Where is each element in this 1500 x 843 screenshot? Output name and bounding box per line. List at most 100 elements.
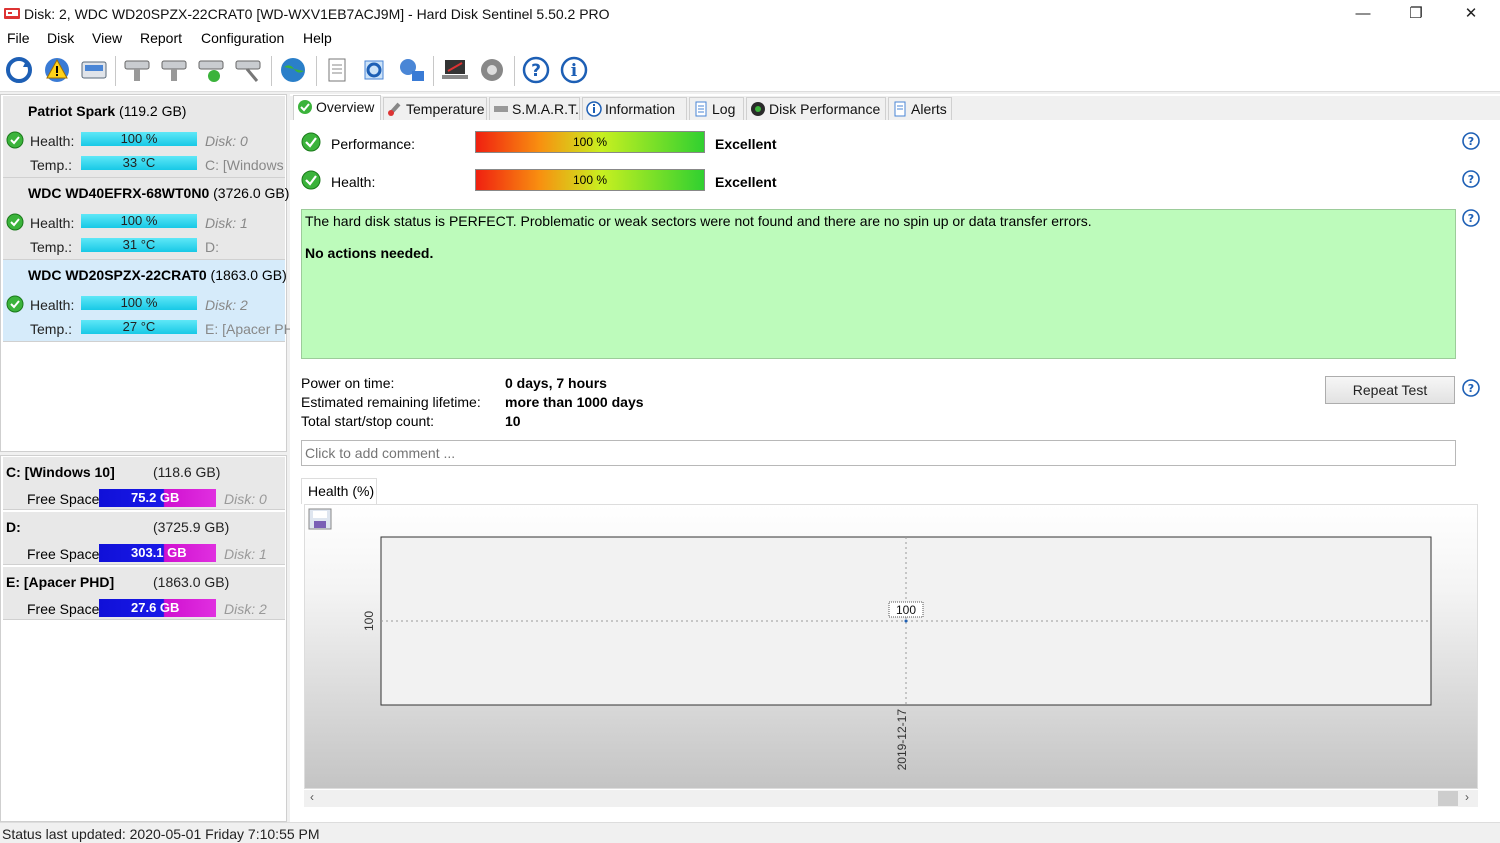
disk-name: WDC WD40EFRX-68WT0N0 (3726.0 GB) [28, 185, 290, 201]
report-icon[interactable] [322, 55, 352, 85]
tab-alerts[interactable]: Alerts [888, 97, 952, 120]
start-stop-label: Total start/stop count: [301, 413, 435, 429]
power-on-label: Power on time: [301, 375, 395, 391]
temp-bar: 33 °C [81, 156, 197, 170]
disk-test-icon[interactable] [122, 55, 152, 85]
menu-help[interactable]: Help [303, 30, 332, 46]
scroll-thumb[interactable] [1438, 791, 1458, 806]
temp-bar: 27 °C [81, 320, 197, 334]
ok-check-icon [6, 131, 24, 149]
ok-check-icon [6, 213, 24, 231]
menu-configuration[interactable]: Configuration [201, 30, 284, 46]
health-rating: Excellent [715, 174, 777, 190]
scroll-left-icon[interactable]: ‹ [310, 790, 314, 804]
temp-label: Temp.: [30, 157, 73, 173]
help-icon[interactable]: ? [1462, 209, 1480, 227]
settings-icon[interactable] [477, 55, 507, 85]
ok-check-icon [6, 295, 24, 313]
tab-disk-performance[interactable]: Disk Performance [746, 97, 886, 120]
title-bar: Disk: 2, WDC WD20SPZX-22CRAT0 [WD-WXV1EB… [0, 0, 1500, 28]
globe-icon[interactable] [278, 55, 308, 85]
app-icon [4, 8, 20, 19]
horizontal-scrollbar[interactable]: ‹ › [304, 790, 1478, 807]
warning-icon[interactable] [42, 55, 72, 85]
tab-log[interactable]: Log [689, 97, 744, 120]
toolbar: ? i [0, 50, 1500, 92]
tab-overview[interactable]: Overview [293, 95, 381, 120]
repeat-test-button[interactable]: Repeat Test [1325, 376, 1455, 404]
x-tick-label: 2019-12-17 [895, 709, 909, 771]
health-chart: 100 2019-12-17 100 [304, 504, 1478, 789]
volume-entry-0[interactable]: C: [Windows 10] (118.6 GB) Free Space 75… [3, 457, 285, 510]
refresh-icon[interactable] [4, 55, 34, 85]
data-point [904, 619, 908, 623]
disk-entry-0[interactable]: Patriot Spark (119.2 GB) Health: 100 % D… [3, 96, 285, 178]
svg-text:?: ? [1468, 173, 1474, 186]
menu-file[interactable]: File [7, 30, 30, 46]
close-button[interactable]: ✕ [1448, 0, 1494, 28]
save-icon[interactable] [308, 508, 332, 530]
help-icon[interactable]: ? [521, 55, 551, 85]
y-tick-label: 100 [362, 611, 376, 631]
disk-icon[interactable] [79, 55, 109, 85]
svg-text:?: ? [531, 61, 541, 81]
health-bar: 100 % [81, 132, 197, 146]
sync-icon[interactable] [359, 55, 389, 85]
svg-text:?: ? [1468, 382, 1474, 395]
comment-input[interactable] [301, 440, 1456, 466]
disk-test-2-icon[interactable] [159, 55, 189, 85]
status-message-box: The hard disk status is PERFECT. Problem… [301, 209, 1456, 359]
disk-test-wrench-icon[interactable] [233, 55, 263, 85]
ok-check-icon [301, 170, 321, 190]
volume-name: E: [Apacer PHD] [6, 574, 115, 590]
lifetime-value: more than 1000 days [505, 394, 644, 410]
chart-tab-health[interactable]: Health (%) [301, 478, 377, 504]
volume-name: D: [205, 239, 219, 255]
free-space-label: Free Space [27, 546, 100, 562]
health-bar: 100 % [475, 169, 705, 191]
svg-text:?: ? [1468, 212, 1474, 225]
volume-disk: Disk: 1 [224, 546, 267, 562]
help-icon[interactable]: ? [1462, 132, 1480, 150]
disk-name: Patriot Spark (119.2 GB) [28, 103, 187, 119]
ok-check-icon [301, 132, 321, 152]
help-icon[interactable]: ? [1462, 170, 1480, 188]
network-icon[interactable] [396, 55, 426, 85]
health-label: Health: [30, 133, 75, 149]
scroll-right-icon[interactable]: › [1465, 790, 1469, 804]
volume-name: D: [6, 519, 21, 535]
tab-bar: Overview Temperature S.M.A.R.T. Informat… [290, 95, 1500, 120]
disk-entry-1[interactable]: WDC WD40EFRX-68WT0N0 (3726.0 GB) Health:… [3, 178, 289, 260]
performance-rating: Excellent [715, 136, 777, 152]
disk-number: Disk: 1 [205, 215, 248, 231]
disk-number: Disk: 2 [205, 297, 248, 313]
volume-name: C: [Windows 10] [6, 464, 115, 480]
help-icon[interactable]: ? [1462, 379, 1480, 397]
status-bar: Status last updated: 2020-05-01 Friday 7… [0, 822, 1500, 843]
health-bar: 100 % [81, 214, 197, 228]
free-space-label: Free Space [27, 491, 100, 507]
information-icon [586, 101, 602, 117]
volume-entry-1[interactable]: D: (3725.9 GB) Free Space 303.1 GB Disk:… [3, 512, 285, 565]
tab-temperature[interactable]: Temperature [383, 97, 487, 120]
maximize-button[interactable]: ❐ [1393, 0, 1439, 28]
status-message: The hard disk status is PERFECT. Problem… [305, 213, 1092, 229]
temp-label: Temp.: [30, 321, 73, 337]
power-on-value: 0 days, 7 hours [505, 375, 607, 391]
laptop-icon[interactable] [440, 55, 470, 85]
volume-disk: Disk: 0 [224, 491, 267, 507]
free-space-bar: 75.2 GB [99, 489, 216, 507]
menu-disk[interactable]: Disk [47, 30, 74, 46]
disk-entry-2[interactable]: WDC WD20SPZX-22CRAT0 (1863.0 GB) Health:… [3, 260, 294, 342]
volume-disk: Disk: 2 [224, 601, 267, 617]
disk-test-ok-icon[interactable] [196, 55, 226, 85]
volume-entry-2[interactable]: E: [Apacer PHD] (1863.0 GB) Free Space 2… [3, 567, 285, 620]
menu-bar: File Disk View Report Configuration Help [0, 28, 1500, 50]
disk-name: WDC WD20SPZX-22CRAT0 (1863.0 GB) [28, 267, 287, 283]
tab-information[interactable]: Information [582, 97, 687, 120]
menu-view[interactable]: View [92, 30, 122, 46]
minimize-button[interactable]: — [1340, 0, 1386, 28]
menu-report[interactable]: Report [140, 30, 182, 46]
tab-smart[interactable]: S.M.A.R.T. [489, 97, 580, 120]
info-icon[interactable]: i [559, 55, 589, 85]
